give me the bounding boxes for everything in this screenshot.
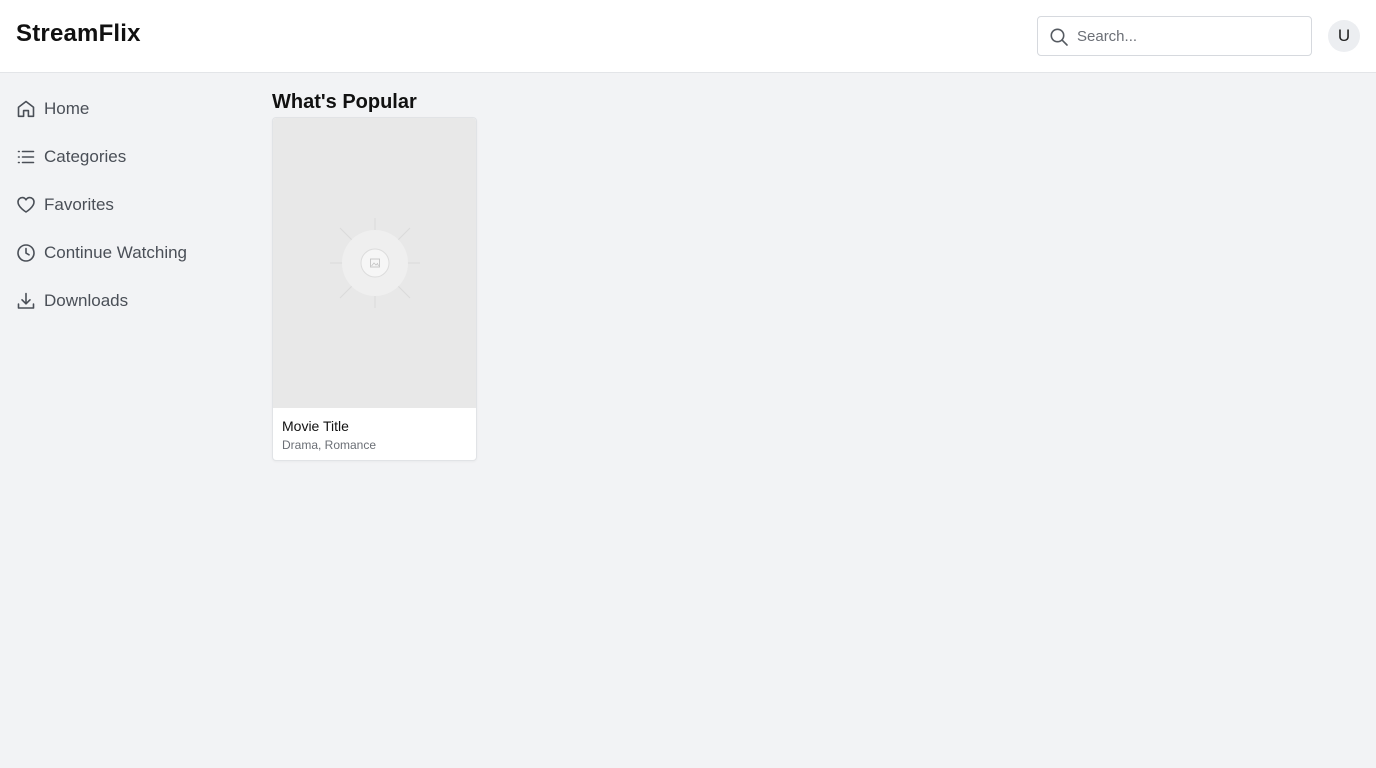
sidebar-item-label: Downloads — [44, 291, 129, 310]
search-input[interactable] — [1077, 17, 1305, 55]
movie-poster — [273, 118, 476, 408]
sidebar-item-label: Favorites — [44, 195, 114, 214]
movie-title: Movie Title — [282, 418, 349, 434]
clock-icon — [17, 244, 35, 262]
sidebar-item-continue-watching[interactable]: Continue Watching — [16, 241, 236, 265]
download-icon — [17, 292, 35, 309]
movie-genres: Drama, Romance — [282, 438, 377, 452]
heart-icon — [17, 196, 35, 213]
sidebar: Home Categories Favorites Continue Watch… — [0, 73, 250, 768]
sidebar-item-home[interactable]: Home — [16, 97, 236, 121]
list-icon — [17, 150, 35, 164]
section-title: What's Popular — [272, 91, 417, 113]
sidebar-item-categories[interactable]: Categories — [16, 145, 236, 169]
search-icon — [1050, 28, 1068, 46]
sidebar-item-label: Continue Watching — [44, 243, 188, 262]
movie-card[interactable]: Movie Title Drama, Romance — [272, 117, 477, 461]
sidebar-item-downloads[interactable]: Downloads — [16, 289, 236, 313]
sidebar-item-favorites[interactable]: Favorites — [16, 193, 236, 217]
home-icon — [17, 100, 35, 118]
user-avatar[interactable]: U — [1328, 20, 1360, 52]
brand-logo[interactable]: StreamFlix — [16, 20, 141, 48]
sidebar-item-label: Home — [44, 99, 90, 118]
top-bar: StreamFlix U — [0, 0, 1376, 73]
search-box[interactable] — [1037, 16, 1312, 56]
image-placeholder-icon — [330, 218, 420, 308]
sidebar-item-label: Categories — [44, 147, 127, 166]
